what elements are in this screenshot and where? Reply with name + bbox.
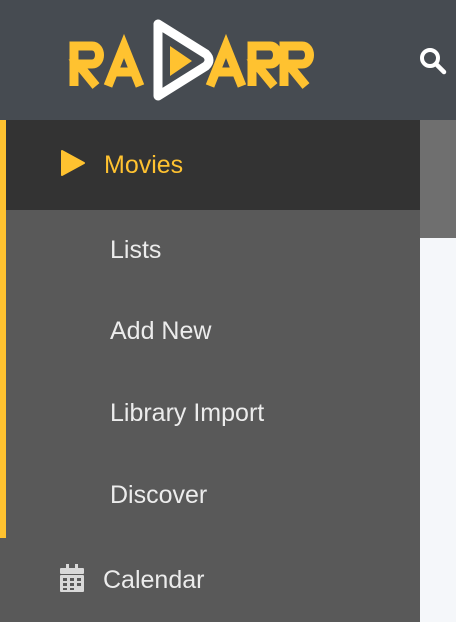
- calendar-icon: [60, 563, 84, 597]
- sidebar-subitem-lists[interactable]: Lists: [6, 210, 420, 290]
- sidebar-item-label: Movies: [104, 150, 184, 179]
- sidebar-item-calendar[interactable]: Calendar: [0, 538, 420, 622]
- content-area: [420, 238, 456, 622]
- app-root: Movies Lists Add New Library Import Disc…: [0, 0, 456, 622]
- sidebar-subitem-add-new[interactable]: Add New: [6, 290, 420, 372]
- page-header: [0, 0, 456, 120]
- sidebar-subitem-label: Add New: [110, 316, 212, 345]
- radarr-logo[interactable]: [66, 18, 316, 102]
- sidebar-subitem-label: Discover: [110, 480, 208, 509]
- sidebar-item-label: Calendar: [103, 565, 205, 594]
- sidebar-subitem-label: Library Import: [110, 398, 265, 427]
- sidebar-subitem-label: Lists: [110, 235, 162, 264]
- search-icon[interactable]: [418, 46, 448, 76]
- play-icon: [60, 149, 86, 182]
- sidebar-item-movies[interactable]: Movies: [6, 120, 420, 210]
- radarr-logo-graphic: [68, 19, 314, 101]
- sidebar-subitem-library-import[interactable]: Library Import: [6, 372, 420, 454]
- content-header-strip: [420, 120, 456, 238]
- sidebar-subitem-discover[interactable]: Discover: [6, 454, 420, 536]
- sidebar: Movies Lists Add New Library Import Disc…: [0, 120, 420, 622]
